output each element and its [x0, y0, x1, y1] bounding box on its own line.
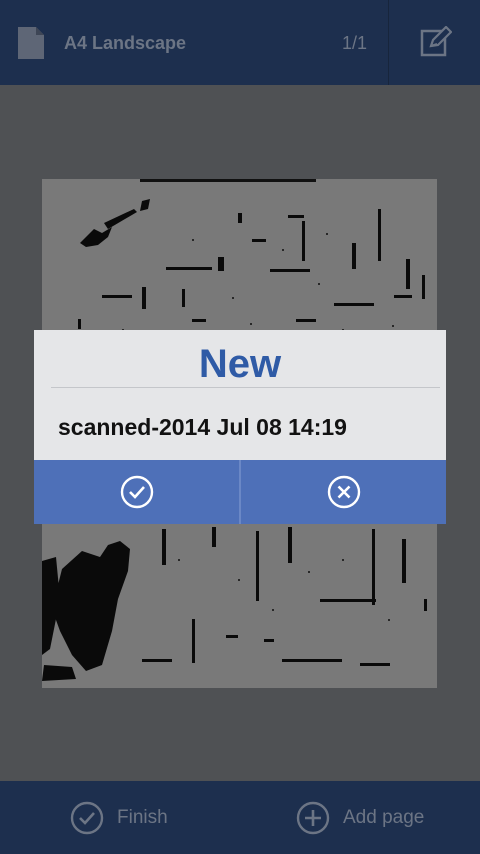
- finish-label: Finish: [117, 806, 168, 828]
- dialog-title: New: [198, 342, 282, 386]
- cancel-button[interactable]: [241, 460, 446, 524]
- close-circle-icon: [327, 475, 360, 509]
- dialog-divider: [51, 387, 440, 388]
- toolbar-divider: [388, 0, 389, 85]
- finish-button[interactable]: Finish: [70, 781, 168, 854]
- page-format-label[interactable]: A4 Landscape: [64, 33, 186, 54]
- new-document-dialog: New scanned-2014 Jul 08 14:19: [34, 330, 446, 524]
- confirm-button[interactable]: [34, 460, 239, 524]
- dialog-button-row: [34, 460, 446, 524]
- check-circle-icon: [70, 801, 104, 834]
- top-bar: A4 Landscape 1/1: [0, 0, 480, 85]
- add-page-label: Add page: [343, 806, 425, 828]
- plus-circle-icon: [296, 801, 330, 834]
- page-counter: 1/1: [342, 33, 368, 53]
- edit-button[interactable]: [390, 0, 480, 85]
- edit-icon: [420, 26, 452, 57]
- check-circle-icon: [120, 475, 153, 509]
- bottom-bar: Finish Add page: [0, 781, 480, 854]
- add-page-button[interactable]: Add page: [296, 781, 424, 854]
- document-icon: [16, 25, 46, 61]
- filename-field[interactable]: scanned-2014 Jul 08 14:19: [58, 414, 347, 441]
